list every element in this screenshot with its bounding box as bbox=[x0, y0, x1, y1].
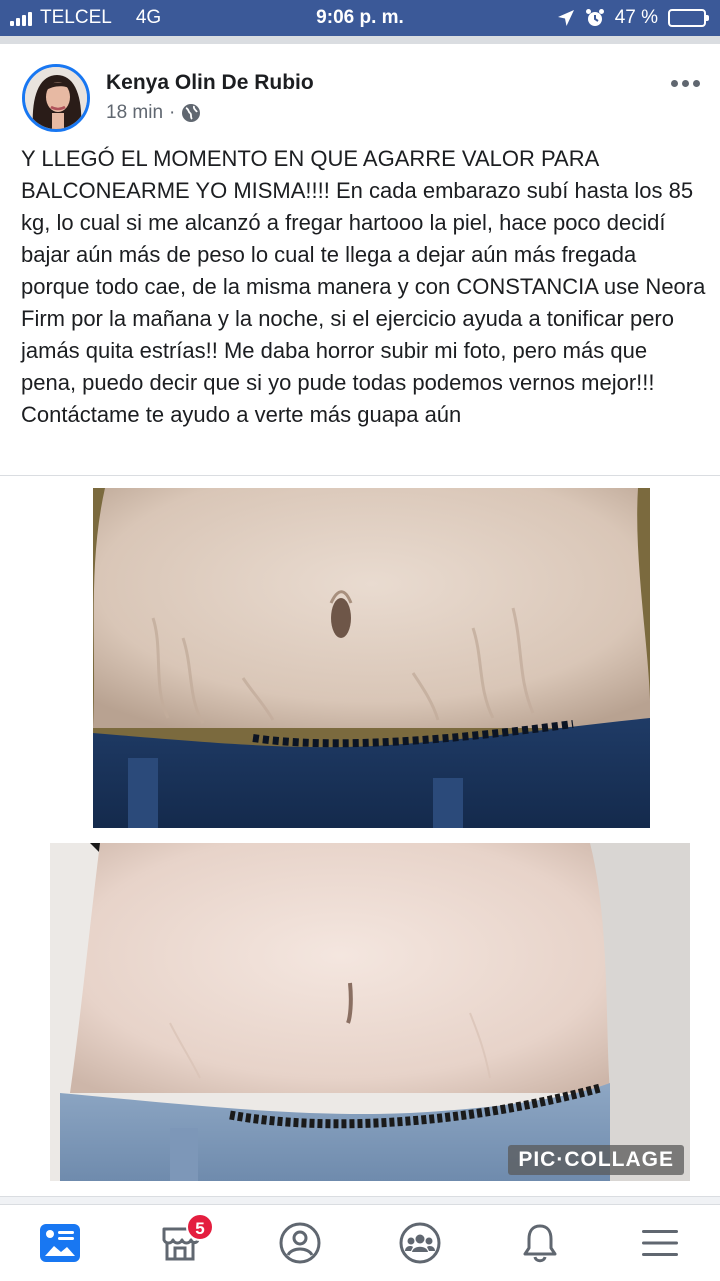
author-name[interactable]: Kenya Olin De Rubio bbox=[106, 71, 314, 95]
location-arrow-icon bbox=[557, 10, 574, 26]
feed-separator bbox=[0, 1196, 720, 1204]
groups-icon bbox=[399, 1222, 441, 1264]
meta-separator: · bbox=[169, 102, 176, 123]
news-feed-icon bbox=[40, 1224, 80, 1262]
tab-marketplace[interactable]: 5 bbox=[120, 1205, 240, 1281]
post-header: Kenya Olin De Rubio 18 min · bbox=[0, 44, 720, 140]
post-photo-before[interactable] bbox=[93, 488, 650, 828]
profile-icon bbox=[279, 1222, 321, 1264]
post-time[interactable]: 18 min bbox=[106, 102, 163, 124]
more-options-button[interactable] bbox=[671, 80, 700, 87]
author-avatar[interactable] bbox=[22, 64, 90, 132]
header-divider bbox=[0, 36, 720, 44]
bottom-tab-bar: 5 bbox=[0, 1204, 720, 1280]
battery-percent: 47 % bbox=[614, 7, 658, 28]
battery-icon bbox=[668, 9, 709, 27]
alarm-icon bbox=[585, 9, 604, 26]
piccollage-watermark: PIC·COLLAGE bbox=[508, 1145, 684, 1175]
marketplace-badge: 5 bbox=[186, 1213, 214, 1241]
tab-news-feed[interactable] bbox=[0, 1205, 120, 1281]
menu-icon bbox=[642, 1230, 678, 1256]
globe-icon bbox=[182, 104, 201, 122]
post-body-text: Y LLEGÓ EL MOMENTO EN QUE AGARRE VALOR P… bbox=[21, 146, 706, 427]
text-separator bbox=[0, 475, 720, 476]
tab-menu[interactable] bbox=[600, 1205, 720, 1281]
tab-profile[interactable] bbox=[240, 1205, 360, 1281]
post-meta: 18 min · bbox=[106, 102, 201, 124]
status-bar: TELCEL 4G 9:06 p. m. 47 % bbox=[0, 0, 720, 36]
tab-groups[interactable] bbox=[360, 1205, 480, 1281]
tab-notifications[interactable] bbox=[480, 1205, 600, 1281]
notifications-bell-icon bbox=[523, 1224, 557, 1263]
status-icons: 47 % bbox=[557, 7, 709, 29]
post-photo-after[interactable]: PIC·COLLAGE bbox=[50, 843, 690, 1181]
